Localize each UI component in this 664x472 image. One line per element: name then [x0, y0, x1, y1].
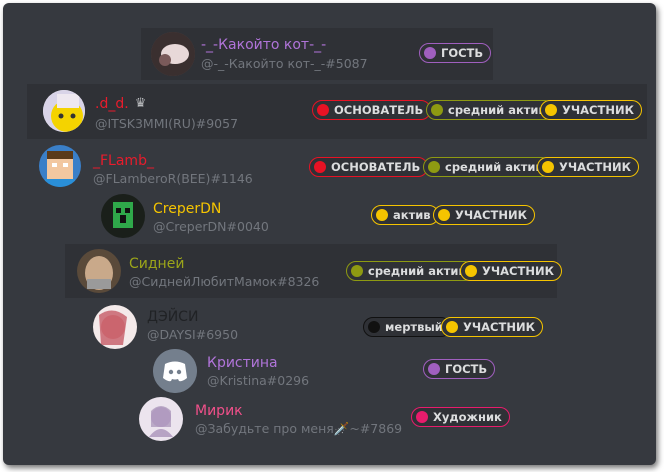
role-pill: средний актив — [346, 261, 474, 281]
role-pill: мертвый — [363, 317, 451, 337]
avatar — [101, 194, 145, 238]
member-name: .d_d. ♛ — [95, 96, 147, 112]
member-name: CreperDN — [153, 201, 222, 217]
member-handle: @ITSK3MMI(RU)#9057 — [95, 116, 239, 131]
role-pill: ГОСТЬ — [423, 359, 496, 379]
member-row[interactable]: -_-Какойто кот-_- @-_-Какойто кот-_-#508… — [141, 28, 493, 80]
member-handle: @Забудьте про меня🗡️~#7869 — [195, 421, 403, 436]
role-pill: актив — [371, 205, 439, 225]
avatar — [39, 145, 81, 187]
member-row[interactable]: Сидней @СиднейЛюбитМамок#8326 средний ак… — [65, 244, 562, 298]
crown-icon: ♛ — [134, 96, 147, 111]
member-row[interactable]: .d_d. ♛ @ITSK3MMI(RU)#9057 ОСНОВАТЕЛЬ сре… — [27, 84, 647, 139]
role-pill: Художник — [411, 407, 510, 427]
member-row[interactable]: Кристина @Kristina#0296 ГОСТЬ — [143, 345, 503, 395]
role-pill: УЧАСТНИК — [441, 317, 543, 337]
role-pill: ОСНОВАТЕЛЬ — [312, 100, 432, 120]
member-handle: @DAYSI#6950 — [147, 327, 239, 342]
avatar — [139, 397, 183, 441]
member-row[interactable]: CreperDN @CreperDN#0040 актив УЧАСТНИК — [93, 191, 543, 241]
role-pill: ГОСТЬ — [419, 43, 492, 63]
role-pill: ОСНОВАТЕЛЬ — [309, 157, 429, 177]
member-name: _FLamb_ — [93, 153, 154, 169]
avatar — [77, 249, 121, 293]
member-handle: @Kristina#0296 — [207, 373, 310, 388]
member-handle: @-_-Какойто кот-_-#5087 — [201, 56, 368, 71]
role-pill: УЧАСТНИК — [433, 205, 535, 225]
member-name: Мирик — [195, 403, 243, 419]
member-row[interactable]: Мирик @Забудьте про меня🗡️~#7869 Художни… — [129, 393, 519, 443]
avatar — [151, 32, 195, 76]
member-name: ДЭЙСИ — [147, 309, 199, 325]
member-handle: @FLamberoR(BEE)#1146 — [93, 171, 253, 186]
member-handle: @CreperDN#0040 — [153, 219, 269, 234]
member-name: -_-Какойто кот-_- — [201, 37, 327, 53]
role-pill: средний актив — [423, 157, 551, 177]
member-row[interactable]: _FLamb_ @FLamberoR(BEE)#1146 ОСНОВАТЕЛЬ … — [27, 141, 647, 191]
member-name: Кристина — [207, 355, 278, 371]
role-pill: УЧАСТНИК — [537, 157, 639, 177]
role-pill: УЧАСТНИК — [460, 261, 562, 281]
role-pill: средний актив — [426, 100, 554, 120]
member-name: Сидней — [129, 256, 185, 272]
avatar — [43, 90, 85, 132]
avatar — [153, 349, 197, 393]
avatar — [93, 305, 137, 349]
member-handle: @СиднейЛюбитМамок#8326 — [129, 274, 320, 289]
role-pill: УЧАСТНИК — [540, 100, 642, 120]
member-list: -_-Какойто кот-_- @-_-Какойто кот-_-#508… — [3, 3, 656, 465]
member-row[interactable]: ДЭЙСИ @DAYSI#6950 мертвый УЧАСТНИК — [83, 301, 563, 351]
